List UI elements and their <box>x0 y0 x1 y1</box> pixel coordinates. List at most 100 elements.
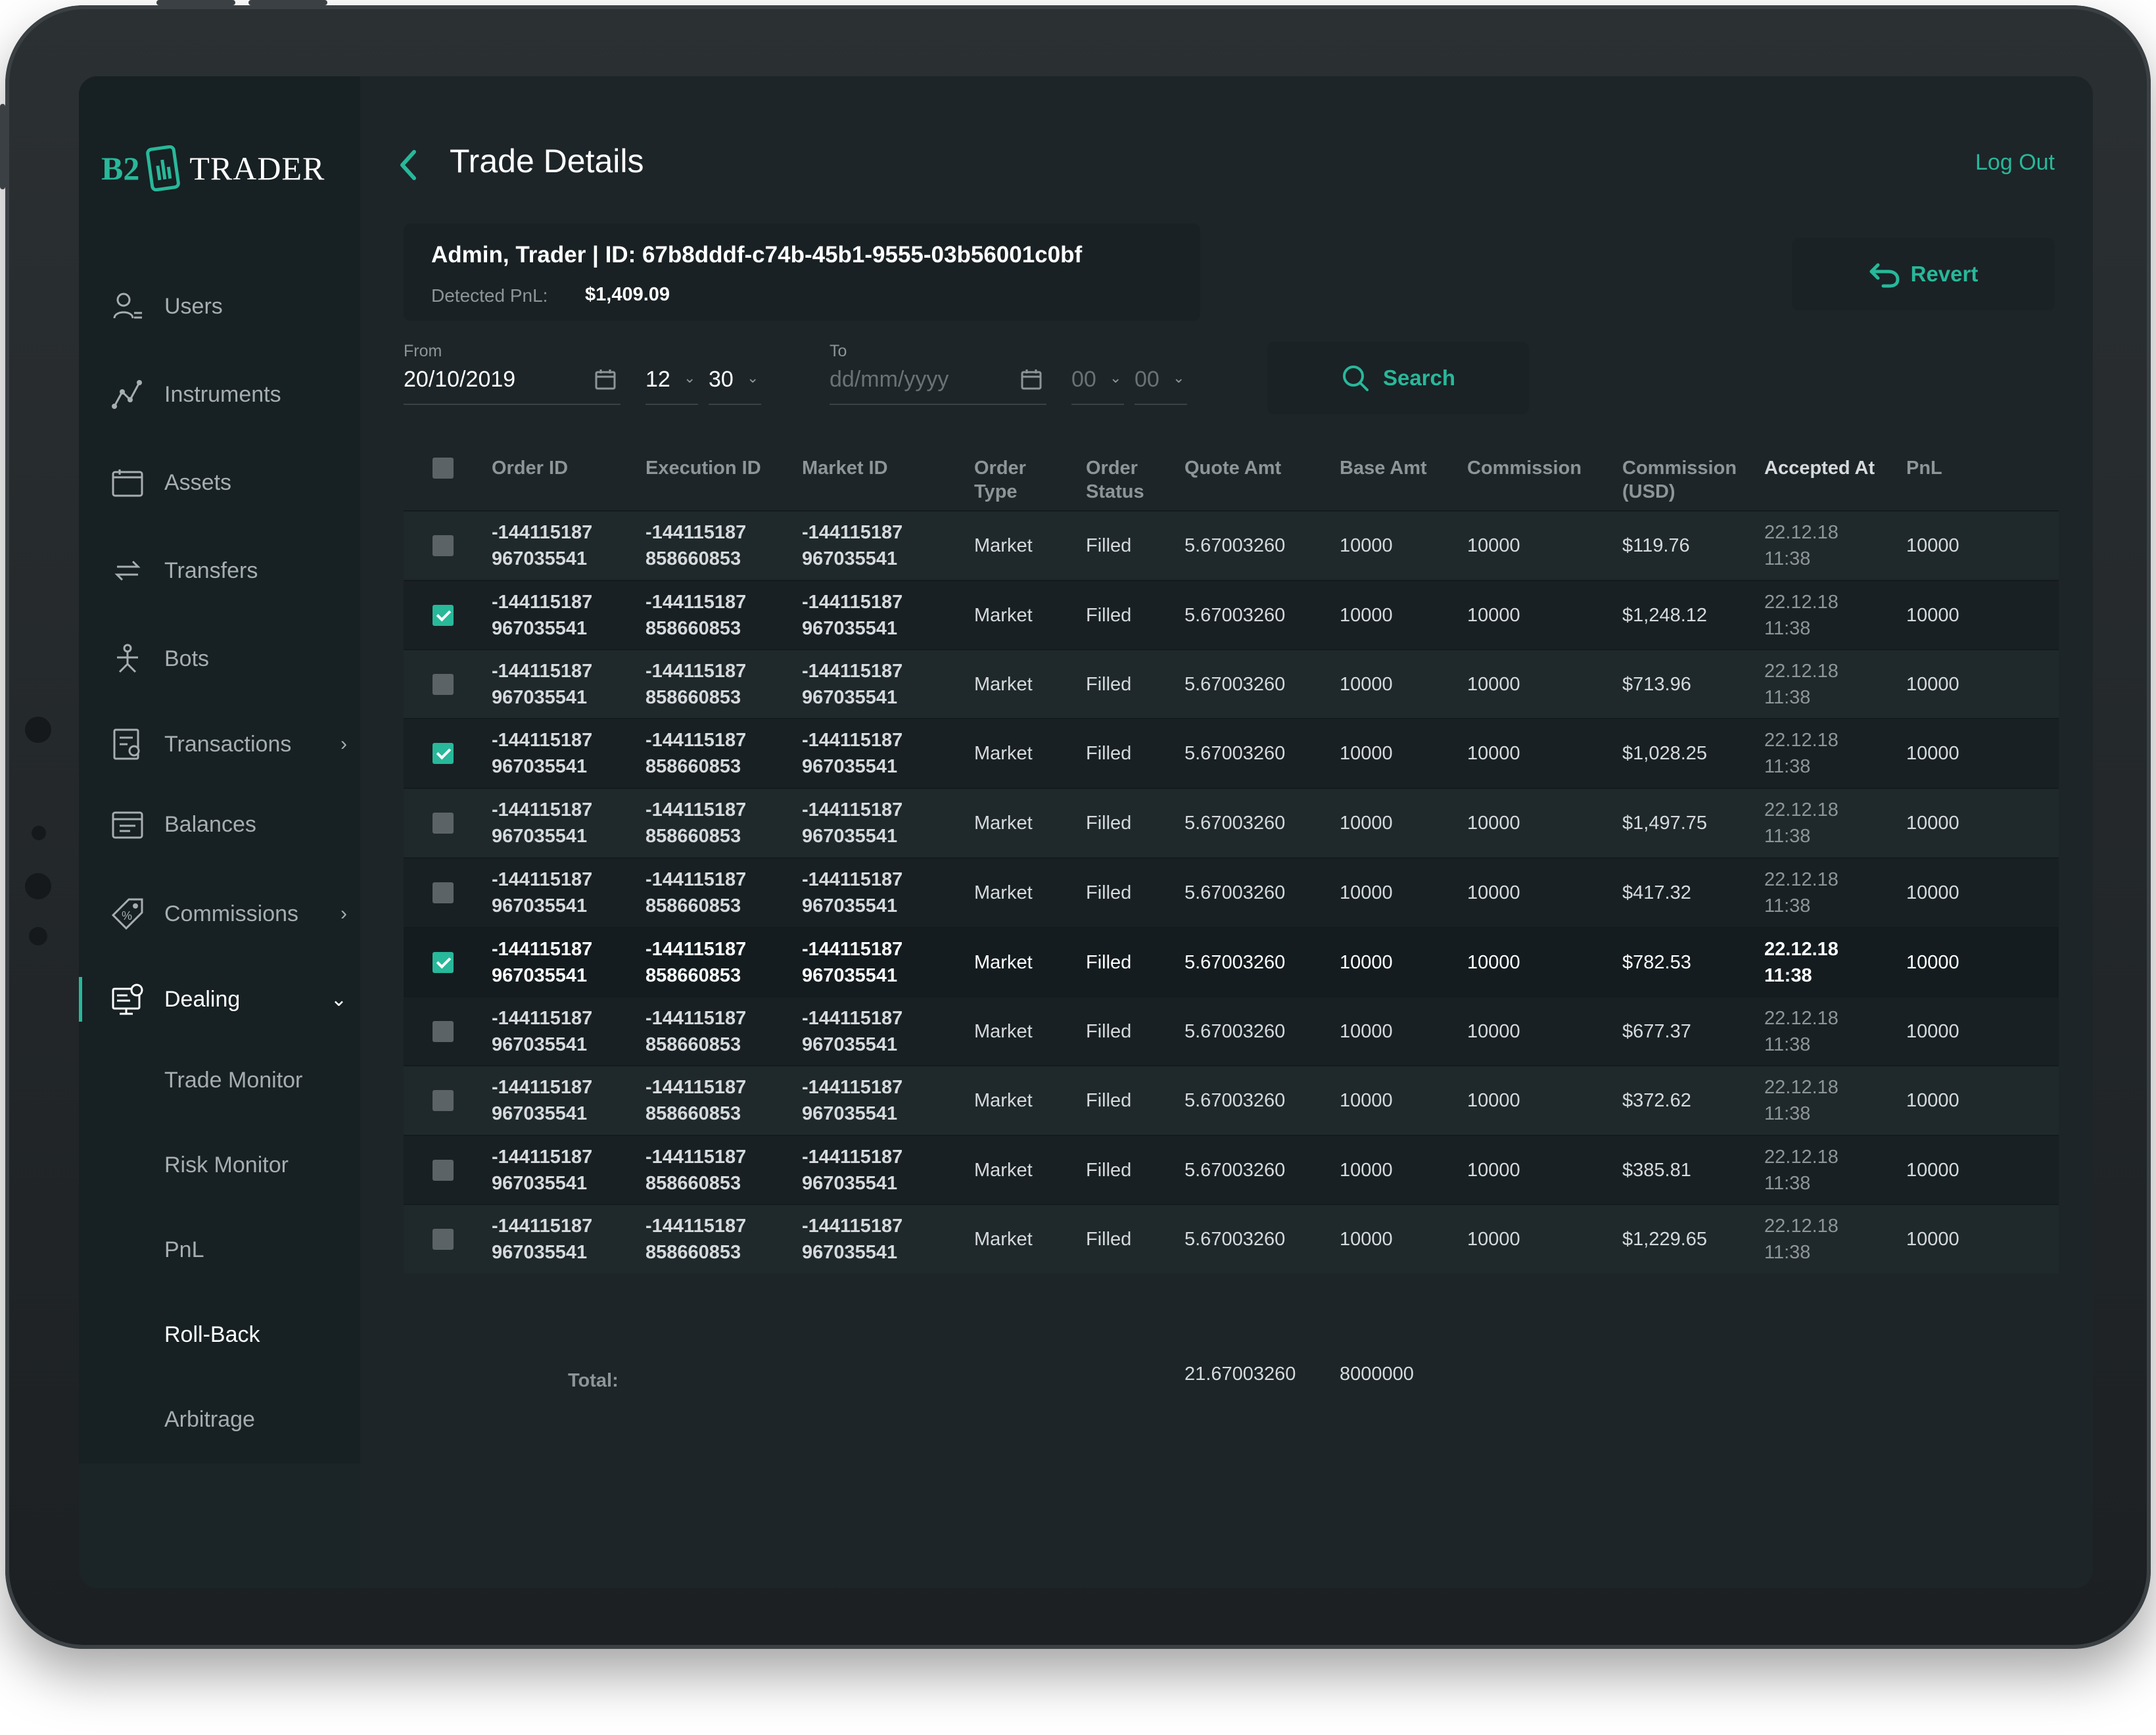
order-id-cell: -144115187 967035541 <box>492 589 592 642</box>
sensor-dot <box>29 927 47 945</box>
sidebar-item-bots[interactable]: Bots <box>79 632 360 685</box>
execution-id-cell: -144115187 858660853 <box>645 797 746 849</box>
sidebar-item-transfers[interactable]: Transfers <box>79 544 360 597</box>
table-row[interactable]: -144115187 967035541 -144115187 858660853 -1… <box>404 718 2059 788</box>
instruments-icon <box>112 380 142 409</box>
camera-dot <box>25 873 51 899</box>
header-order-id[interactable]: Order ID <box>492 456 568 480</box>
sidebar-item-label: Dealing <box>164 986 241 1012</box>
commission-usd-cell: $385.81 <box>1622 1157 1691 1183</box>
search-button[interactable]: Search <box>1267 342 1529 414</box>
header-order-status[interactable]: Order Status <box>1086 456 1144 504</box>
sidebar-subitem-risk-monitor[interactable]: Risk Monitor <box>164 1153 289 1178</box>
table-row[interactable]: -144115187 967035541 -144115187 858660853 -1… <box>404 1135 2059 1204</box>
row-checkbox[interactable] <box>433 1090 454 1111</box>
header-commission[interactable]: Commission <box>1467 456 1582 480</box>
top-button <box>248 0 327 5</box>
base-amt-cell: 10000 <box>1340 1087 1393 1114</box>
sidebar-item-assets[interactable]: Assets <box>79 456 360 509</box>
header-pnl[interactable]: PnL <box>1906 456 1942 480</box>
base-amt-cell: 10000 <box>1340 1157 1393 1183</box>
execution-id-cell-text: -144115187 <box>645 1216 747 1237</box>
header-base-amt[interactable]: Base Amt <box>1340 456 1427 480</box>
commission-cell: 10000 <box>1467 533 1520 559</box>
market-id-cell: -144115187 967035541 <box>802 658 902 711</box>
order-type-cell: Market <box>974 810 1033 836</box>
calendar-icon[interactable] <box>1020 368 1043 391</box>
commission-cell: 10000 <box>1467 949 1520 976</box>
revert-button[interactable]: Revert <box>1792 238 2055 310</box>
logout-link[interactable]: Log Out <box>1975 150 2055 176</box>
execution-id-cell-text: -144115187 <box>645 730 747 751</box>
header-market-id[interactable]: Market ID <box>802 456 888 480</box>
order-id-cell: -144115187 967035541 <box>492 1144 592 1197</box>
header-commission-usd[interactable]: Commission (USD) <box>1622 456 1737 504</box>
header-accepted-at[interactable]: Accepted At <box>1764 456 1875 480</box>
to-hour-select[interactable]: 00 <box>1071 367 1096 392</box>
back-arrow-icon[interactable] <box>394 145 421 185</box>
accepted-at-cell: 22.12.18 11:38 <box>1764 1074 1839 1127</box>
sidebar-subitem-roll-back[interactable]: Roll-Back <box>164 1322 260 1348</box>
market-id-cell-text: 967035541 <box>802 618 898 639</box>
header-order-type-line2: Type <box>974 481 1018 502</box>
table-row[interactable]: -144115187 967035541 -144115187 858660853 -1… <box>404 510 2059 580</box>
sidebar-item-users[interactable]: Users <box>79 280 360 333</box>
sidebar-item-instruments[interactable]: Instruments <box>79 368 360 421</box>
market-id-cell-text: 967035541 <box>802 1103 898 1124</box>
table-row[interactable]: -144115187 967035541 -144115187 858660853 -1… <box>404 1065 2059 1135</box>
table-row[interactable]: -144115187 967035541 -144115187 858660853 -1… <box>404 927 2059 997</box>
order-status-cell: Filled <box>1086 740 1131 767</box>
to-date-input[interactable]: dd/mm/yyyy <box>830 367 949 392</box>
sidebar-item-commissions[interactable]: % Commissions › <box>79 888 360 940</box>
row-checkbox[interactable] <box>433 813 454 834</box>
order-type-cell: Market <box>974 1226 1033 1252</box>
row-checkbox[interactable] <box>433 674 454 695</box>
market-id-cell-text: -144115187 <box>802 1147 903 1168</box>
table-row[interactable]: -144115187 967035541 -144115187 858660853 -1… <box>404 857 2059 927</box>
sidebar-item-transactions[interactable]: Transactions › <box>79 718 360 771</box>
table-row[interactable]: -144115187 967035541 -144115187 858660853 -1… <box>404 649 2059 719</box>
row-checkbox[interactable] <box>433 1160 454 1181</box>
sidebar-subitem-trade-monitor[interactable]: Trade Monitor <box>164 1068 302 1093</box>
sidebar-subitem-pnl[interactable]: PnL <box>164 1237 204 1263</box>
table-row[interactable]: -144115187 967035541 -144115187 858660853 -1… <box>404 1204 2059 1273</box>
base-amt-cell-text: 10000 <box>1340 882 1393 903</box>
table-row[interactable]: -144115187 967035541 -144115187 858660853 -1… <box>404 996 2059 1066</box>
sidebar-item-balances[interactable]: Balances <box>79 798 360 851</box>
sidebar-item-dealing[interactable]: Dealing ⌄ <box>79 973 360 1026</box>
order-id-cell-text: -144115187 <box>492 661 593 682</box>
from-hour-select[interactable]: 12 <box>645 367 670 392</box>
market-id-cell: -144115187 967035541 <box>802 936 902 989</box>
to-minute-select[interactable]: 00 <box>1135 367 1160 392</box>
row-checkbox[interactable] <box>433 1021 454 1042</box>
execution-id-cell: -144115187 858660853 <box>645 867 746 919</box>
from-minute-select[interactable]: 30 <box>709 367 734 392</box>
logo-phone-icon <box>146 145 181 191</box>
row-checkbox[interactable] <box>433 605 454 626</box>
header-order-type[interactable]: Order Type <box>974 456 1026 504</box>
header-quote-amt[interactable]: Quote Amt <box>1184 456 1281 480</box>
order-status-cell-text: Filled <box>1086 1021 1132 1042</box>
sidebar: B2 TRADER Users Instruments Assets Trans… <box>79 76 360 1463</box>
execution-id-cell-text: -144115187 <box>645 1008 747 1029</box>
row-checkbox[interactable] <box>433 743 454 764</box>
row-checkbox[interactable] <box>433 1229 454 1250</box>
market-id-cell-text: 967035541 <box>802 756 898 777</box>
accepted-at-cell-text: 22.12.18 <box>1764 869 1839 890</box>
table-row[interactable]: -144115187 967035541 -144115187 858660853 -1… <box>404 788 2059 857</box>
execution-id-cell-text: 858660853 <box>645 1173 741 1194</box>
from-date-input[interactable]: 20/10/2019 <box>404 367 515 392</box>
page-title: Trade Details <box>450 143 644 179</box>
header-execution-id[interactable]: Execution ID <box>645 456 761 480</box>
calendar-icon[interactable] <box>594 368 617 391</box>
execution-id-cell-text: -144115187 <box>645 869 747 890</box>
execution-id-cell-text: -144115187 <box>645 592 747 613</box>
select-all-checkbox[interactable] <box>433 458 454 479</box>
row-checkbox[interactable] <box>433 882 454 903</box>
row-checkbox[interactable] <box>433 535 454 556</box>
row-checkbox[interactable] <box>433 952 454 973</box>
table-row[interactable]: -144115187 967035541 -144115187 858660853 -1… <box>404 580 2059 650</box>
sidebar-subitem-arbitrage[interactable]: Arbitrage <box>164 1407 255 1433</box>
commission-usd-cell: $1,248.12 <box>1622 602 1707 629</box>
from-date-underline <box>404 404 621 405</box>
